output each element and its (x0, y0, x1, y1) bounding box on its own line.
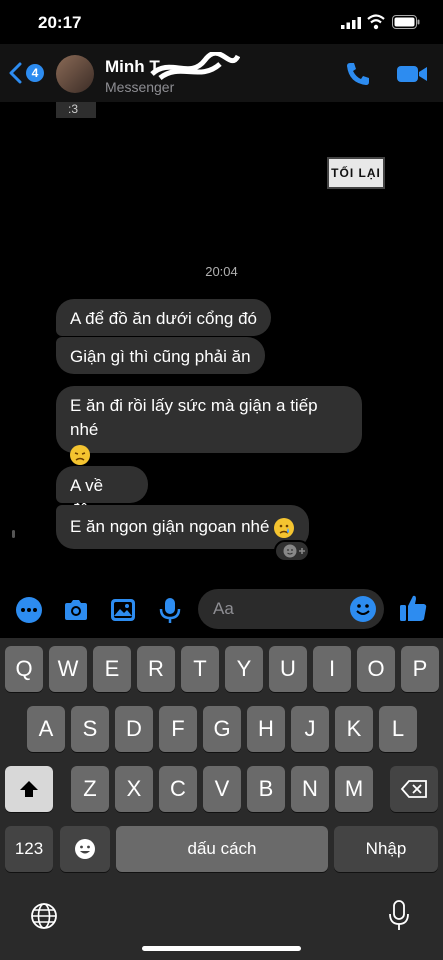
key-t[interactable]: T (181, 646, 219, 692)
home-indicator (142, 946, 301, 951)
message-input[interactable]: Aa (198, 589, 384, 629)
key-w[interactable]: W (49, 646, 87, 692)
disappointed-face-emoji (70, 444, 90, 465)
camera-icon[interactable] (62, 596, 90, 624)
chevron-left-icon (9, 62, 22, 84)
crying-face-emoji (274, 517, 295, 538)
key-u[interactable]: U (269, 646, 307, 692)
key-h[interactable]: H (247, 706, 285, 752)
key-z[interactable]: Z (71, 766, 109, 812)
key-x[interactable]: X (115, 766, 153, 812)
key-r[interactable]: R (137, 646, 175, 692)
key-m[interactable]: M (335, 766, 373, 812)
numbers-key[interactable]: 123 (5, 826, 53, 872)
add-reaction-button[interactable] (274, 540, 310, 562)
emoji-keyboard-key[interactable] (60, 826, 110, 872)
key-b[interactable]: B (247, 766, 285, 812)
message-text: A để đồ ăn dưới cổng đó (70, 309, 257, 328)
key-a[interactable]: A (27, 706, 65, 752)
composer-bar: Aa (0, 580, 443, 638)
key-q[interactable]: Q (5, 646, 43, 692)
backspace-icon (400, 780, 427, 798)
photo-gallery-icon[interactable] (109, 596, 137, 624)
phone-icon[interactable] (344, 60, 372, 88)
cellular-signal-icon (341, 17, 361, 29)
smiley-plus-icon (283, 544, 305, 558)
key-c[interactable]: C (159, 766, 197, 812)
message-text: E ăn ngon giận ngoan nhé (70, 517, 270, 536)
key-k[interactable]: K (335, 706, 373, 752)
key-n[interactable]: N (291, 766, 329, 812)
backspace-key[interactable] (390, 766, 438, 812)
return-key[interactable]: Nhập (334, 826, 438, 872)
video-camera-icon[interactable] (396, 62, 428, 86)
more-options-icon[interactable] (15, 596, 43, 624)
key-l[interactable]: L (379, 706, 417, 752)
key-j[interactable]: J (291, 706, 329, 752)
keyboard: QWERTYUIOP ASDFGHJKL ZXCVBNM 123 dấu các… (0, 638, 443, 960)
key-o[interactable]: O (357, 646, 395, 692)
message-bubble[interactable]: E ăn đi rồi lấy sức mà giận a tiếp nhé (56, 386, 362, 465)
key-d[interactable]: D (115, 706, 153, 752)
wifi-icon (367, 14, 385, 30)
shift-key[interactable] (5, 766, 53, 812)
emoji-smiley-icon[interactable] (349, 595, 377, 623)
redaction-scribble (150, 52, 240, 81)
chat-timestamp: 20:04 (205, 264, 238, 279)
key-i[interactable]: I (313, 646, 351, 692)
battery-icon (392, 15, 420, 29)
emoji-face-icon (75, 839, 95, 859)
shift-arrow-icon (20, 781, 38, 797)
avatar[interactable] (56, 55, 94, 93)
dictation-microphone-icon[interactable] (388, 900, 410, 932)
status-time: 20:17 (38, 13, 82, 32)
previous-message-fragment: :3 (56, 102, 96, 118)
message-bubble[interactable]: Giận gì thì cũng phải ăn (56, 337, 265, 374)
scroll-indicator (12, 530, 15, 538)
globe-icon[interactable] (30, 902, 58, 930)
microphone-icon[interactable] (156, 596, 184, 624)
space-key[interactable]: dấu cách (116, 826, 328, 872)
message-text: Giận gì thì cũng phải ăn (70, 347, 251, 366)
sticker-image[interactable]: TỐI LẠI (327, 157, 385, 189)
back-button[interactable]: 4 (8, 60, 48, 86)
status-bar: 20:17 (0, 0, 443, 44)
key-v[interactable]: V (203, 766, 241, 812)
chat-header: 4 Minh T Messenger (0, 44, 443, 102)
message-bubble[interactable]: A để đồ ăn dưới cổng đó (56, 299, 271, 336)
unread-badge: 4 (26, 64, 44, 82)
message-input-placeholder: Aa (213, 599, 234, 618)
key-e[interactable]: E (93, 646, 131, 692)
key-y[interactable]: Y (225, 646, 263, 692)
contact-subtitle: Messenger (105, 79, 175, 95)
key-f[interactable]: F (159, 706, 197, 752)
message-bubble[interactable]: A về đây (56, 466, 148, 519)
message-bubble[interactable]: E ăn ngon giận ngoan nhé (56, 505, 309, 549)
key-g[interactable]: G (203, 706, 241, 752)
key-s[interactable]: S (71, 706, 109, 752)
message-text: E ăn đi rồi lấy sức mà giận a tiếp nhé (70, 396, 318, 439)
key-p[interactable]: P (401, 646, 439, 692)
thumbs-up-icon[interactable] (398, 593, 428, 623)
